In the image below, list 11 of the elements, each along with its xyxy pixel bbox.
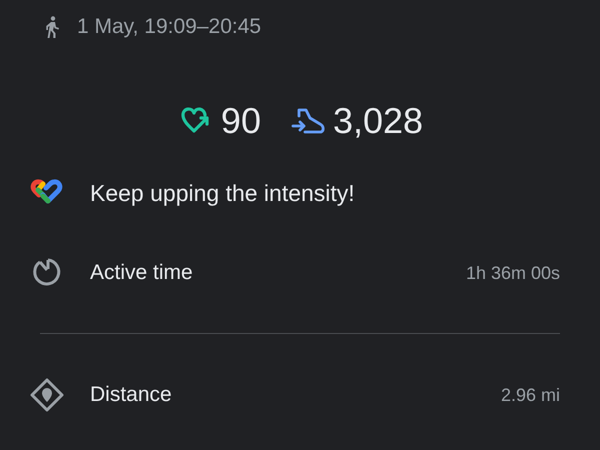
step-count: 3,028 bbox=[332, 100, 424, 142]
date-time: 1 May, 19:09–20:45 bbox=[77, 15, 262, 39]
location-diamond-icon bbox=[30, 378, 64, 412]
metric-label: Distance bbox=[90, 383, 173, 407]
metric-value: 1h 36m 00s bbox=[466, 262, 560, 284]
shoe-icon bbox=[290, 106, 327, 136]
tip-text: Keep upping the intensity! bbox=[90, 180, 355, 206]
metric-value: 2.96 mi bbox=[500, 384, 560, 406]
metric-label: Active time bbox=[90, 261, 194, 285]
walking-icon bbox=[45, 16, 61, 38]
heart-points-count: 90 bbox=[220, 100, 261, 142]
